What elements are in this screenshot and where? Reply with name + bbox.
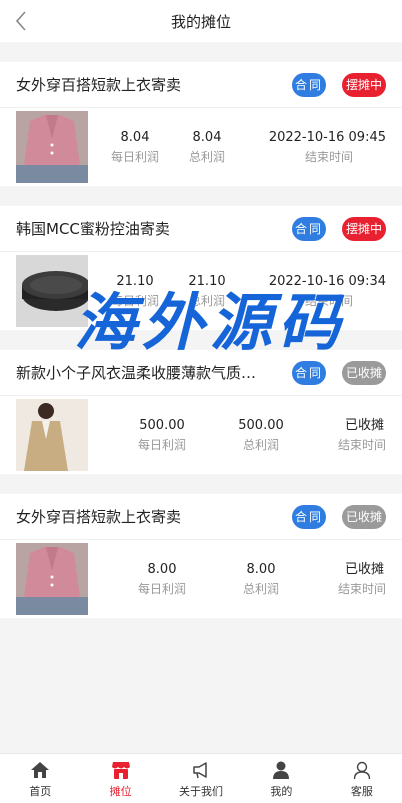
total-profit: 500.00 总利润 (238, 417, 284, 452)
product-thumbnail[interactable] (16, 111, 88, 183)
end-time: 2022-10-16 09:34 结束时间 (268, 273, 386, 308)
status-badge: 摆摊中 (342, 216, 386, 241)
tab-about-us[interactable]: 关于我们 (161, 754, 241, 803)
total-profit: 8.00 总利润 (242, 561, 279, 596)
stall-card: 女外穿百搭短款上衣寄卖 合同 已收摊 8.00 每日利润 8.00 总利润 已收… (0, 494, 402, 618)
stall-icon (110, 759, 132, 781)
contract-button[interactable]: 合同 (292, 360, 326, 385)
status-badge: 摆摊中 (342, 72, 386, 97)
card-body: 8.04 每日利润 8.04 总利润 2022-10-16 09:45 结束时间 (0, 108, 402, 186)
product-title: 韩国MCC蜜粉控油寄卖 (16, 220, 170, 238)
card-header: 新款小个子风衣温柔收腰薄款气质… 合同 已收摊 (0, 350, 402, 396)
stats-row: 8.00 每日利润 8.00 总利润 已收摊 结束时间 (88, 561, 386, 598)
card-header: 女外穿百搭短款上衣寄卖 合同 摆摊中 (0, 62, 402, 108)
bottom-tab-bar: 首页 摊位 关于我们 我的 客服 (0, 753, 402, 803)
product-title: 新款小个子风衣温柔收腰薄款气质… (16, 364, 257, 382)
daily-profit: 21.10 每日利润 (110, 273, 159, 308)
tab-mine[interactable]: 我的 (241, 754, 321, 803)
product-thumbnail[interactable] (16, 543, 88, 615)
product-title: 女外穿百搭短款上衣寄卖 (16, 508, 182, 526)
user-icon (270, 759, 292, 781)
tab-stall[interactable]: 摊位 (80, 754, 160, 803)
tab-customer-service[interactable]: 客服 (322, 754, 402, 803)
daily-profit: 8.00 每日利润 (137, 561, 186, 596)
stats-row: 8.04 每日利润 8.04 总利润 2022-10-16 09:45 结束时间 (88, 129, 386, 166)
card-body: 21.10 每日利润 21.10 总利润 2022-10-16 09:34 结束… (0, 252, 402, 330)
status-badge: 已收摊 (342, 360, 386, 385)
contract-button[interactable]: 合同 (292, 72, 326, 97)
product-thumbnail[interactable] (16, 255, 88, 327)
stats-row: 21.10 每日利润 21.10 总利润 2022-10-16 09:34 结束… (88, 273, 386, 310)
stall-card: 新款小个子风衣温柔收腰薄款气质… 合同 已收摊 500.00 每日利润 500.… (0, 350, 402, 474)
chevron-left-icon (15, 11, 26, 31)
stall-card: 韩国MCC蜜粉控油寄卖 合同 摆摊中 21.10 每日利润 21.10 总利润 (0, 206, 402, 330)
daily-profit: 8.04 每日利润 (110, 129, 159, 164)
end-time: 已收摊 结束时间 (337, 561, 386, 596)
card-body: 8.00 每日利润 8.00 总利润 已收摊 结束时间 (0, 540, 402, 618)
card-body: 500.00 每日利润 500.00 总利润 已收摊 结束时间 (0, 396, 402, 474)
contract-button[interactable]: 合同 (292, 216, 326, 241)
card-header: 韩国MCC蜜粉控油寄卖 合同 摆摊中 (0, 206, 402, 252)
card-header: 女外穿百搭短款上衣寄卖 合同 已收摊 (0, 494, 402, 540)
product-thumbnail[interactable] (16, 399, 88, 471)
back-button[interactable] (6, 0, 36, 42)
daily-profit: 500.00 每日利润 (137, 417, 186, 452)
page-title: 我的摊位 (170, 12, 231, 31)
end-time: 已收摊 结束时间 (337, 417, 386, 452)
megaphone-icon (190, 759, 212, 781)
total-profit: 8.04 总利润 (188, 129, 225, 164)
stall-card: 女外穿百搭短款上衣寄卖 合同 摆摊中 8.04 每日利润 8.04 总利润 20… (0, 62, 402, 186)
home-icon (29, 759, 51, 781)
service-icon (351, 759, 373, 781)
tab-home[interactable]: 首页 (0, 754, 80, 803)
product-title: 女外穿百搭短款上衣寄卖 (16, 76, 182, 94)
status-badge: 已收摊 (342, 504, 386, 529)
end-time: 2022-10-16 09:45 结束时间 (268, 129, 386, 164)
header-bar: 我的摊位 (0, 0, 402, 42)
contract-button[interactable]: 合同 (292, 504, 326, 529)
stats-row: 500.00 每日利润 500.00 总利润 已收摊 结束时间 (88, 417, 386, 454)
total-profit: 21.10 总利润 (188, 273, 226, 308)
